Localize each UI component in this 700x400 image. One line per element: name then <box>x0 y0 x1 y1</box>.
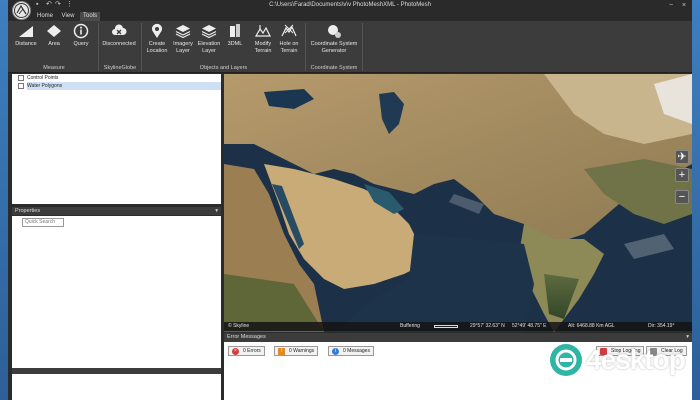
watermark-logo: 4esktop <box>548 340 692 380</box>
location-pin-icon <box>152 23 162 38</box>
tab-home[interactable]: Home <box>34 12 56 21</box>
latitude-readout: 29°57' 32.63" N <box>470 323 505 329</box>
checkbox[interactable] <box>18 75 24 81</box>
info-icon <box>73 23 89 39</box>
3dml-button[interactable]: 3DML <box>222 23 248 61</box>
modify-terrain-icon <box>255 25 271 37</box>
elevation-layer-button[interactable]: Elevation Layer <box>196 23 222 61</box>
disconnected-button[interactable]: Disconnected <box>102 23 136 61</box>
checkbox[interactable] <box>18 83 24 89</box>
map-status-bar: © Skyline Buffering 29°57' 32.63" N 52°4… <box>224 322 692 331</box>
minimize-button[interactable]: − <box>666 1 676 10</box>
errors-filter-button[interactable]: × 0 Errors <box>228 346 265 356</box>
lower-panel <box>12 374 221 400</box>
zoom-out-button[interactable]: − <box>675 190 689 204</box>
quick-search-input[interactable]: Quick Search <box>22 218 64 227</box>
tree-item-water-polygons[interactable]: Water Polygons <box>18 82 221 90</box>
app-logo-icon[interactable] <box>12 1 31 20</box>
direction-readout: Dir: 354.19° <box>648 323 675 329</box>
zoom-in-button[interactable]: + <box>675 168 689 182</box>
tab-tools[interactable]: Tools <box>80 12 100 21</box>
ribbon-separator <box>98 23 99 71</box>
3dml-icon <box>230 24 240 37</box>
query-button[interactable]: Query <box>68 23 94 61</box>
create-location-button[interactable]: Create Location <box>144 23 170 61</box>
area-icon <box>47 25 61 37</box>
modify-terrain-button[interactable]: Modify Terrain <box>250 23 276 61</box>
copyright-text: © Skyline <box>228 323 250 329</box>
imagery-layer-button[interactable]: Imagery Layer <box>170 23 196 61</box>
layers-icon <box>175 25 191 39</box>
pin-icon[interactable]: ▾ <box>215 207 218 215</box>
buffering-label: Buffering <box>400 323 420 329</box>
coordinate-generator-icon <box>328 25 341 38</box>
cloud-disconnected-icon <box>112 24 127 35</box>
properties-panel <box>12 216 221 368</box>
info-icon: i <box>332 348 339 355</box>
tab-view[interactable]: View <box>58 12 78 21</box>
hole-on-terrain-button[interactable]: Hole on Terrain <box>276 23 302 61</box>
ribbon-separator <box>305 23 306 71</box>
hole-terrain-icon <box>281 24 297 37</box>
compass-icon[interactable]: ✈ <box>675 150 689 164</box>
watermark-icon <box>550 344 582 376</box>
error-icon: × <box>232 348 239 355</box>
ribbon-tabs: Home View Tools <box>8 12 692 21</box>
tree-item-control-points[interactable]: Control Points <box>18 74 217 82</box>
messages-filter-button[interactable]: i 0 Messages <box>328 346 374 356</box>
ribbon-separator <box>141 23 142 71</box>
longitude-readout: 52°49' 48.75" E <box>512 323 547 329</box>
app-window: ▪ ↶ ↷ ⋮ C:\Users\Farad\Documents\v\v Pho… <box>8 0 692 400</box>
desktop-background-right <box>692 0 700 400</box>
area-button[interactable]: Area <box>41 23 67 61</box>
desktop-background-left <box>0 0 8 400</box>
ribbon: Distance Area Query Disconnected Create … <box>8 21 692 73</box>
elevation-layers-icon <box>201 25 217 39</box>
distance-button[interactable]: Distance <box>13 23 39 61</box>
properties-header: Properties ▾ <box>12 207 221 215</box>
group-label-objects-and-layers: Objects and Layers <box>199 65 248 71</box>
ribbon-separator <box>362 23 363 71</box>
project-tree-panel: Control Points Water Polygons <box>12 74 221 204</box>
warning-icon: ! <box>278 348 285 355</box>
coordinate-system-generator-button[interactable]: Coordinate System Generator <box>308 23 360 61</box>
map-view[interactable]: ✈ + − <box>224 74 692 332</box>
title-bar: ▪ ↶ ↷ ⋮ C:\Users\Farad\Documents\v\v Pho… <box>8 0 692 12</box>
watermark-text: 4esktop <box>586 344 686 375</box>
group-label-measure: Measure <box>43 65 65 71</box>
group-label-coordinate-system: Coordinate System <box>310 65 358 71</box>
close-button[interactable]: × <box>679 1 689 10</box>
altitude-readout: Alt: 6468.88 Km AGL <box>568 323 615 329</box>
ruler-icon <box>19 26 33 37</box>
window-title: C:\Users\Farad\Documents\v\v PhotoMeshXM… <box>269 2 431 8</box>
satellite-map-image <box>224 74 692 332</box>
warnings-filter-button[interactable]: ! 0 Warnings <box>274 346 319 356</box>
buffering-progress-bar <box>434 325 458 328</box>
group-label-skylineglobe: SkylineGlobe <box>103 65 137 71</box>
